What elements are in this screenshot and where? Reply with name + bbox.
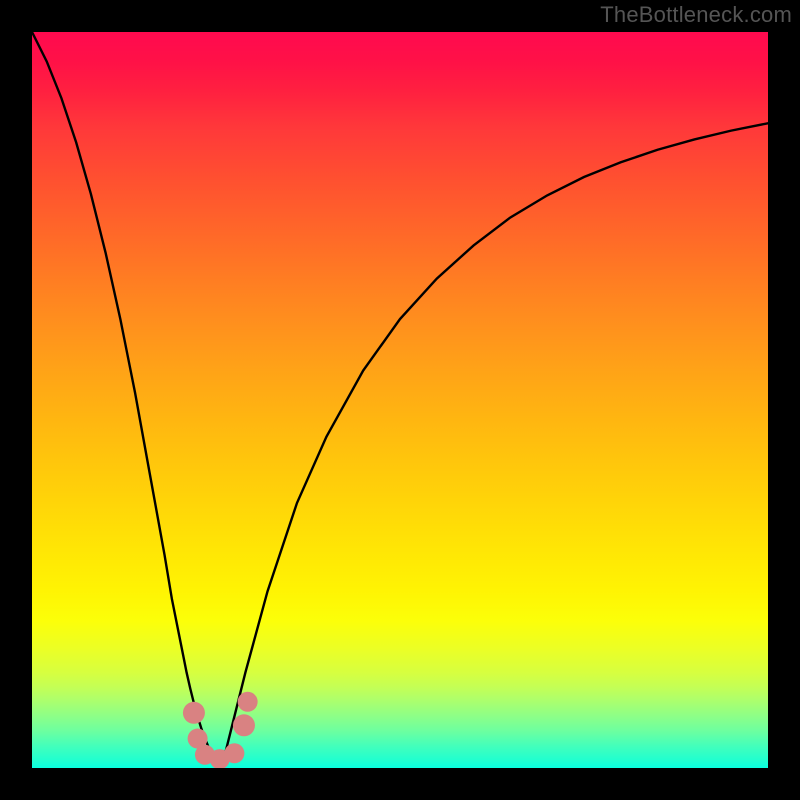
marker-dot xyxy=(238,692,258,712)
curve-left xyxy=(32,32,216,761)
marker-dot xyxy=(233,714,255,736)
plot-area xyxy=(32,32,768,768)
marker-dot xyxy=(183,702,205,724)
curve-right xyxy=(223,123,768,760)
marker-dot xyxy=(224,743,244,763)
watermark-label: TheBottleneck.com xyxy=(600,2,792,28)
chart-frame: TheBottleneck.com xyxy=(0,0,800,800)
bottleneck-curves xyxy=(32,32,768,768)
bottleneck-markers xyxy=(183,692,258,768)
